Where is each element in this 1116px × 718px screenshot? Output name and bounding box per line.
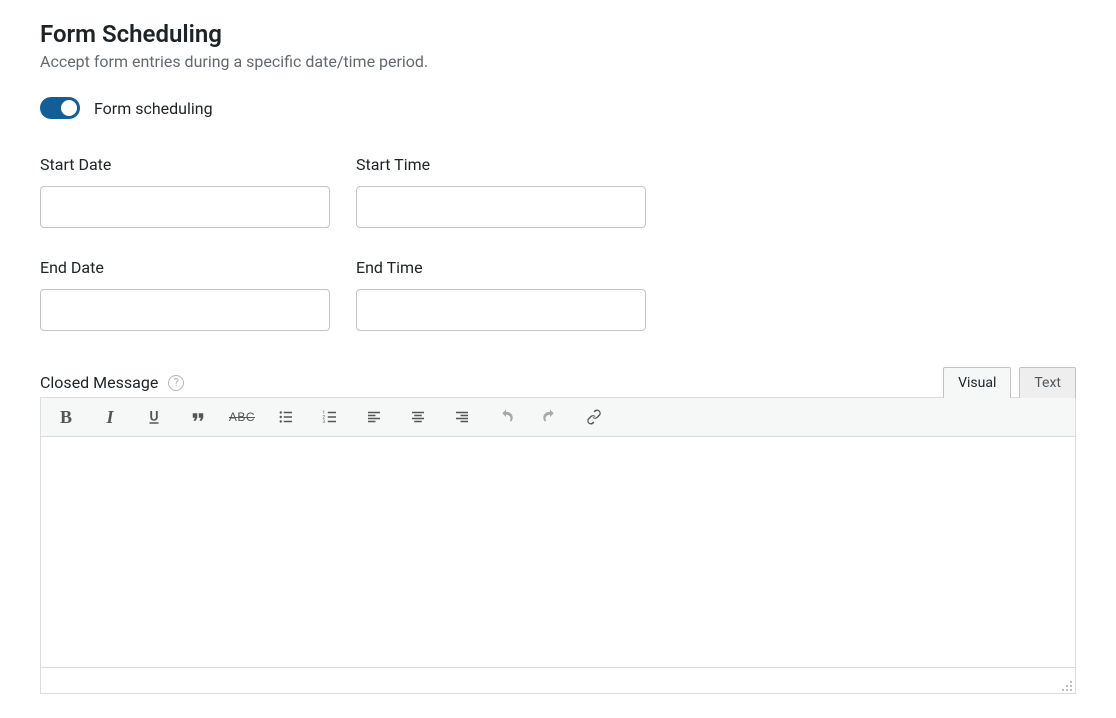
help-icon[interactable]: ? bbox=[168, 375, 184, 391]
end-time-label: End Time bbox=[356, 258, 646, 277]
tab-visual[interactable]: Visual bbox=[943, 367, 1011, 398]
svg-text:3: 3 bbox=[323, 419, 326, 425]
italic-button[interactable]: I bbox=[99, 406, 121, 428]
page-title: Form Scheduling bbox=[40, 20, 1076, 48]
blockquote-button[interactable] bbox=[187, 406, 209, 428]
form-scheduling-toggle-label: Form scheduling bbox=[94, 99, 213, 118]
align-right-button[interactable] bbox=[451, 406, 473, 428]
tab-text[interactable]: Text bbox=[1019, 367, 1076, 398]
editor-textarea[interactable] bbox=[41, 437, 1075, 667]
editor-tabs: Visual Text bbox=[943, 367, 1076, 398]
bulleted-list-button[interactable] bbox=[275, 406, 297, 428]
underline-button[interactable] bbox=[143, 406, 165, 428]
editor-toolbar: B I ABC 123 bbox=[41, 398, 1075, 437]
start-date-label: Start Date bbox=[40, 155, 330, 174]
rich-text-editor: B I ABC 123 bbox=[40, 397, 1076, 694]
undo-button[interactable] bbox=[495, 406, 517, 428]
end-date-label: End Date bbox=[40, 258, 330, 277]
start-date-field: Start Date bbox=[40, 155, 330, 228]
numbered-list-button[interactable]: 123 bbox=[319, 406, 341, 428]
form-scheduling-toggle-row: Form scheduling bbox=[40, 97, 1076, 119]
strikethrough-button[interactable]: ABC bbox=[231, 406, 253, 428]
start-time-field: Start Time bbox=[356, 155, 646, 228]
end-date-field: End Date bbox=[40, 258, 330, 331]
align-center-button[interactable] bbox=[407, 406, 429, 428]
link-button[interactable] bbox=[583, 406, 605, 428]
bold-button[interactable]: B bbox=[55, 406, 77, 428]
editor-statusbar bbox=[41, 667, 1075, 693]
align-left-button[interactable] bbox=[363, 406, 385, 428]
page-description: Accept form entries during a specific da… bbox=[40, 52, 1076, 71]
redo-button[interactable] bbox=[539, 406, 561, 428]
closed-message-label: Closed Message bbox=[40, 373, 158, 392]
start-time-input[interactable] bbox=[356, 186, 646, 228]
resize-grip-icon[interactable] bbox=[1059, 677, 1073, 691]
form-scheduling-toggle[interactable] bbox=[40, 97, 80, 119]
end-time-input[interactable] bbox=[356, 289, 646, 331]
end-date-input[interactable] bbox=[40, 289, 330, 331]
start-date-input[interactable] bbox=[40, 186, 330, 228]
closed-message-header: Closed Message ? Visual Text bbox=[40, 367, 1076, 398]
start-time-label: Start Time bbox=[356, 155, 646, 174]
end-time-field: End Time bbox=[356, 258, 646, 331]
date-time-grid: Start Date Start Time End Date End Time bbox=[40, 155, 1076, 331]
